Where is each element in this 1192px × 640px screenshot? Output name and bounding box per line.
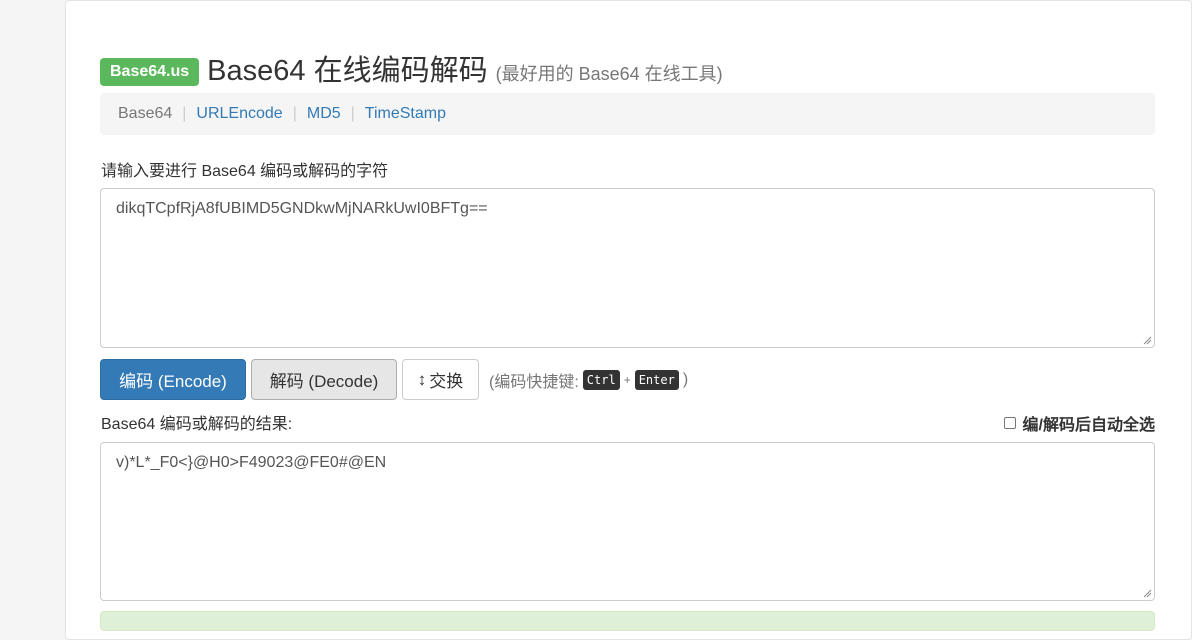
brand-badge[interactable]: Base64.us bbox=[100, 58, 200, 86]
page-title: Base64 在线编码解码 bbox=[207, 55, 488, 87]
output-textarea[interactable]: v)*L*_F0<}@H0>F49023@FE0#@EN bbox=[100, 442, 1155, 601]
swap-button[interactable]: ↕ 交换 bbox=[402, 359, 479, 400]
nav-item-base64: Base64 bbox=[118, 105, 173, 122]
resize-grip-icon[interactable] bbox=[1142, 335, 1152, 345]
page-subtitle: (最好用的 Base64 在线工具) bbox=[495, 64, 723, 84]
shortcut-hint: (编码快捷键: Ctrl + Enter ) bbox=[489, 368, 688, 392]
success-alert bbox=[100, 611, 1155, 631]
nav-item-urlencode[interactable]: URLEncode bbox=[196, 105, 282, 123]
nav-separator: | bbox=[182, 105, 187, 122]
nav-separator: | bbox=[350, 105, 355, 122]
nav-separator: | bbox=[292, 105, 297, 122]
action-row: 编码 (Encode) 解码 (Decode) ↕ 交换 (编码快捷键: Ctr… bbox=[100, 359, 688, 400]
shortcut-hint-prefix: (编码快捷键: bbox=[489, 373, 579, 391]
swap-arrows-icon: ↕ bbox=[417, 369, 427, 389]
auto-select-label: 编/解码后自动全选 bbox=[1022, 417, 1155, 434]
swap-label: 交换 bbox=[429, 372, 464, 391]
main-panel: Base64.us Base64 在线编码解码 (最好用的 Base64 在线工… bbox=[65, 0, 1192, 640]
key-enter: Enter bbox=[634, 369, 679, 390]
input-label: 请输入要进行 Base64 编码或解码的字符 bbox=[101, 163, 389, 180]
input-textarea[interactable]: dikqTCpfRjA8fUBIMD5GNDkwMjNARkUwI0BFTg== bbox=[100, 188, 1155, 348]
decode-button[interactable]: 解码 (Decode) bbox=[251, 359, 397, 400]
input-text: dikqTCpfRjA8fUBIMD5GNDkwMjNARkUwI0BFTg== bbox=[116, 200, 488, 217]
tool-nav: Base64 | URLEncode | MD5 | TimeStamp bbox=[100, 93, 1155, 135]
shortcut-hint-suffix: ) bbox=[682, 370, 689, 388]
key-ctrl: Ctrl bbox=[582, 369, 620, 390]
resize-grip-icon[interactable] bbox=[1142, 588, 1152, 598]
title-row: Base64.us Base64 在线编码解码 (最好用的 Base64 在线工… bbox=[100, 47, 723, 90]
auto-select-option[interactable]: 编/解码后自动全选 bbox=[1003, 411, 1155, 435]
nav-item-md5[interactable]: MD5 bbox=[307, 105, 341, 123]
output-text: v)*L*_F0<}@H0>F49023@FE0#@EN bbox=[116, 454, 387, 471]
encode-button[interactable]: 编码 (Encode) bbox=[100, 359, 246, 400]
auto-select-checkbox[interactable] bbox=[1003, 417, 1016, 429]
nav-item-timestamp[interactable]: TimeStamp bbox=[365, 105, 446, 123]
output-label: Base64 编码或解码的结果: bbox=[101, 416, 293, 433]
key-plus: + bbox=[623, 372, 631, 387]
